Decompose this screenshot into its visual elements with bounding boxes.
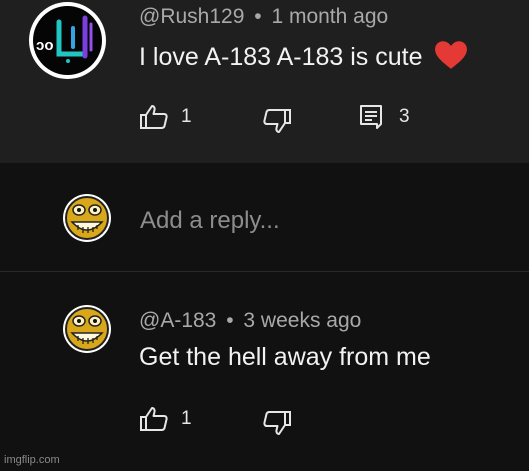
avatar[interactable]: ɔo	[29, 2, 106, 79]
like-button[interactable]: 1	[139, 406, 192, 432]
meta-separator: •	[226, 309, 234, 332]
svg-text:ɔo: ɔo	[36, 37, 54, 54]
dislike-button[interactable]	[262, 108, 292, 134]
thumbs-up-icon	[139, 406, 169, 432]
comment-timestamp[interactable]: 1 month ago	[271, 5, 388, 28]
watermark: imgflip.com	[4, 454, 60, 466]
meta-separator: •	[254, 5, 262, 28]
parent-comment: ɔo @Rush129 • 1 month ago I love A-183 A…	[0, 0, 529, 163]
comment-thread: ɔo @Rush129 • 1 month ago I love A-183 A…	[0, 0, 529, 471]
reply-count: 3	[399, 106, 410, 127]
smiley-avatar-icon	[65, 196, 109, 240]
author-handle[interactable]: @Rush129	[139, 5, 244, 28]
comment-text: I love A-183 A-183 is cute	[139, 43, 423, 71]
like-button[interactable]: 1	[139, 104, 192, 130]
reply-body: Get the hell away from me	[139, 343, 431, 372]
thumbs-down-icon	[262, 410, 292, 436]
avatar-image: ɔo	[33, 6, 102, 75]
like-count: 1	[181, 106, 192, 127]
reply-input[interactable]	[140, 204, 500, 238]
heart-icon	[435, 41, 468, 69]
dislike-button[interactable]	[262, 410, 292, 436]
replies-button[interactable]: 3	[357, 104, 410, 130]
logo-icon: ɔo	[36, 15, 93, 63]
comment-icon	[357, 104, 387, 130]
thumbs-up-icon	[139, 104, 169, 130]
smiley-avatar-icon	[65, 307, 109, 351]
reply-meta: @A-183 • 3 weeks ago	[139, 309, 361, 333]
reply-text: Get the hell away from me	[139, 343, 431, 371]
thumbs-down-icon	[262, 108, 292, 134]
reply-timestamp[interactable]: 3 weeks ago	[243, 309, 361, 332]
reply-composer-avatar	[63, 194, 111, 242]
author-handle[interactable]: @A-183	[139, 309, 216, 332]
divider	[0, 271, 529, 272]
comment-meta: @Rush129 • 1 month ago	[139, 5, 388, 29]
avatar[interactable]	[63, 305, 111, 353]
comment-body: I love A-183 A-183 is cute	[139, 40, 468, 72]
like-count: 1	[181, 408, 192, 429]
